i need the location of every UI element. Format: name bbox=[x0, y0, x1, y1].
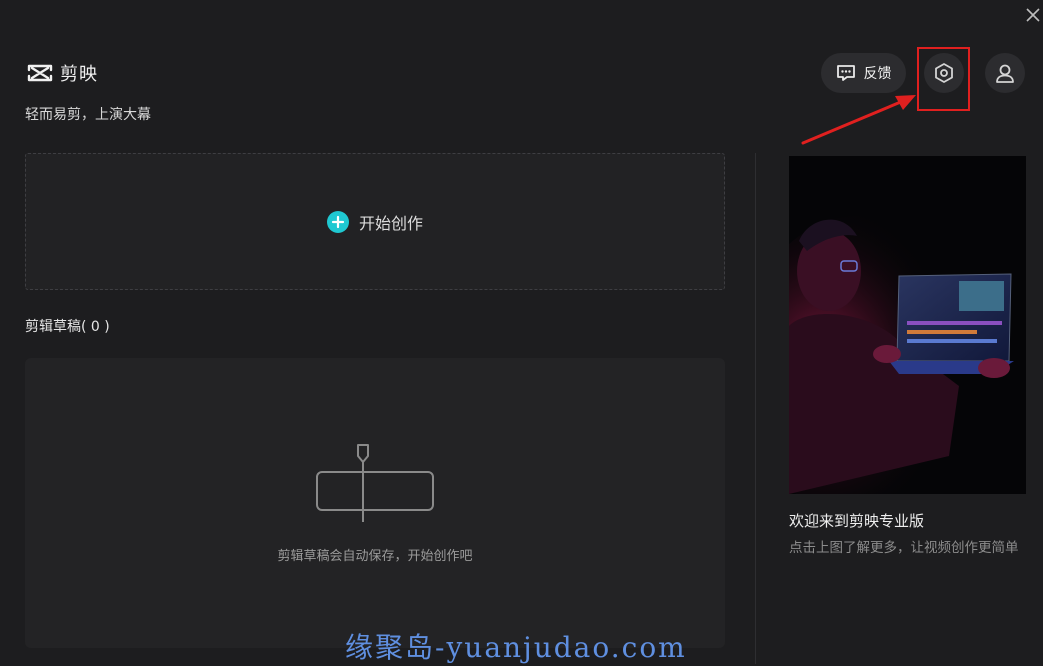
drafts-title: 剪辑草稿( 0 ) bbox=[25, 319, 110, 335]
plus-icon bbox=[326, 210, 349, 233]
feedback-button[interactable]: 反馈 bbox=[821, 53, 906, 93]
promo-description-link[interactable]: 点击上图了解更多，让视频创作更简单 bbox=[789, 538, 1025, 558]
empty-drafts-text: 剪辑草稿会自动保存，开始创作吧 bbox=[277, 549, 473, 564]
capcut-logo-icon bbox=[27, 64, 53, 82]
promo-banner-image[interactable] bbox=[789, 156, 1026, 494]
feedback-label: 反馈 bbox=[863, 66, 892, 82]
feedback-chat-icon bbox=[836, 65, 855, 81]
start-create-label: 开始创作 bbox=[358, 213, 423, 233]
user-icon bbox=[996, 64, 1014, 83]
vertical-divider bbox=[755, 153, 756, 664]
settings-highlight-box bbox=[917, 47, 970, 111]
app-logo: 剪映 bbox=[26, 60, 98, 86]
promo-title: 欢迎来到剪映专业版 bbox=[789, 512, 925, 530]
close-button[interactable] bbox=[1022, 4, 1043, 26]
annotation-arrow-icon bbox=[801, 95, 916, 145]
profile-button[interactable] bbox=[985, 53, 1025, 93]
close-icon bbox=[1026, 8, 1040, 22]
empty-drafts-illustration-icon bbox=[316, 444, 434, 522]
watermark-text: 缘聚岛-yuanjudao.com bbox=[345, 631, 687, 664]
start-create-button[interactable]: 开始创作 bbox=[25, 153, 725, 290]
app-slogan: 轻而易剪，上演大幕 bbox=[25, 107, 151, 123]
promo-illustration bbox=[789, 156, 1026, 494]
app-name: 剪映 bbox=[60, 64, 98, 85]
